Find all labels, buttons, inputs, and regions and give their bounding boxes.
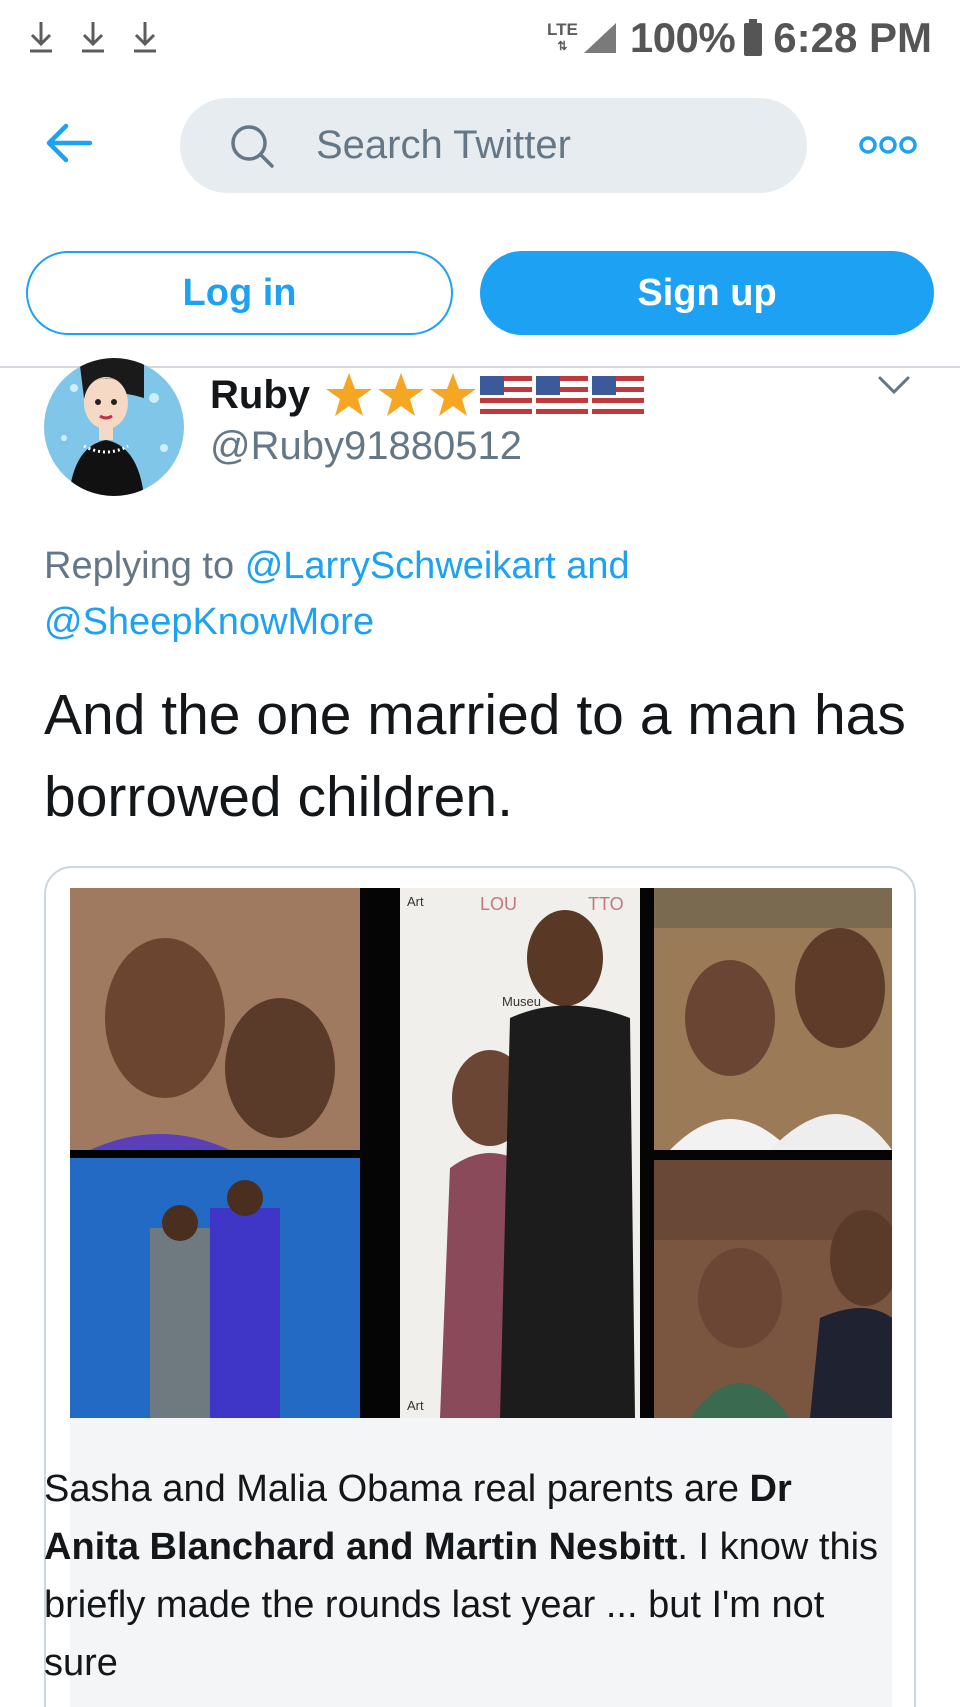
photo-sign-text: Museu: [502, 994, 541, 1009]
display-name[interactable]: Ruby: [210, 373, 310, 418]
download-icon: [30, 22, 52, 53]
display-name-row: Ruby: [210, 368, 648, 422]
battery-percent: 100%: [629, 14, 736, 61]
star-icon: [326, 373, 372, 416]
photo-sign-text: LOU: [480, 894, 517, 914]
us-flag-icon: [592, 376, 644, 414]
login-button[interactable]: Log in: [26, 251, 453, 335]
image-caption-text: Sasha and Malia Obama real parents are D…: [44, 1460, 884, 1692]
avatar[interactable]: [44, 358, 184, 496]
clock: 6:28 PM: [773, 14, 932, 61]
back-arrow-icon[interactable]: [44, 118, 94, 168]
reply-prefix: Replying to: [44, 545, 235, 587]
signal-icon: [583, 23, 616, 53]
mention-link[interactable]: @LarrySchweikart: [245, 545, 556, 587]
us-flag-icon: [536, 376, 588, 414]
chevron-down-icon[interactable]: [874, 370, 914, 400]
tweet-text: And the one married to a man has borrowe…: [44, 683, 906, 829]
notification-icons: [26, 18, 160, 54]
auth-buttons: Log in Sign up: [26, 251, 934, 335]
signup-button[interactable]: Sign up: [480, 251, 934, 335]
status-bar: LTE ⇅ 100% 6:28 PM: [0, 0, 960, 78]
status-right: LTE ⇅ 100% 6:28 PM: [547, 12, 932, 64]
mention-conjunction[interactable]: and: [566, 545, 629, 587]
download-icon: [82, 22, 104, 53]
download-icon: [134, 22, 156, 53]
photo-sign-text: Art: [407, 1398, 424, 1413]
photo-sign-text: TTO: [588, 894, 624, 914]
search-input[interactable]: [316, 123, 796, 168]
search-bar[interactable]: [180, 98, 807, 193]
photo-collage[interactable]: Art LOU TTO Museu Art: [70, 888, 892, 1418]
star-icon: [378, 373, 424, 416]
caption-text: Sasha and Malia Obama real parents are: [44, 1468, 750, 1510]
us-flag-icon: [480, 376, 532, 414]
battery-icon: [744, 19, 763, 56]
mention-link[interactable]: @SheepKnowMore: [44, 601, 374, 643]
reply-context: Replying to @LarrySchweikart and @SheepK…: [44, 538, 904, 650]
search-icon: [231, 124, 274, 168]
more-icon[interactable]: [858, 128, 918, 162]
star-icon: [430, 373, 476, 416]
network-type: LTE ⇅: [546, 20, 578, 53]
user-handle[interactable]: @Ruby91880512: [210, 424, 522, 469]
photo-sign-text: Art: [407, 894, 424, 909]
